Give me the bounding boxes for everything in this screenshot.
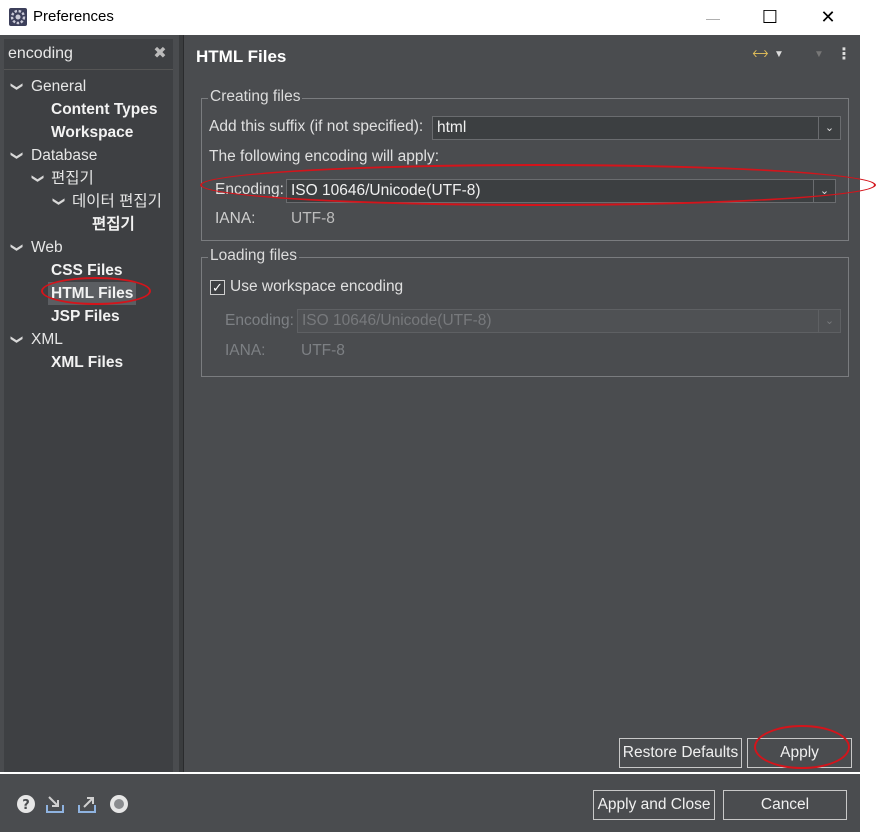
tree-item-html-files[interactable]: HTML Files — [4, 282, 173, 305]
chevron-down-icon[interactable]: ⌄ — [813, 180, 835, 202]
checkbox-label: Use workspace encoding — [230, 278, 403, 296]
tree-item-data-editor[interactable]: ❯ 데이터 편집기 — [4, 190, 173, 213]
tree-item-label: XML — [31, 328, 63, 351]
preferences-window: ✖ ❯ General Content Types Workspace ❯ Da… — [0, 35, 860, 832]
left-panel: ✖ ❯ General Content Types Workspace ❯ Da… — [4, 39, 173, 772]
tree-item-label: Workspace — [51, 121, 133, 144]
more-menu-icon[interactable]: ⋮ — [836, 45, 852, 65]
chevron-down-icon[interactable]: ❯ — [27, 172, 50, 186]
tree-item-editor[interactable]: ❯ 편집기 — [4, 167, 173, 190]
iana-label: IANA: — [225, 342, 265, 360]
chevron-down-icon: ⌄ — [818, 310, 840, 332]
import-icon[interactable] — [45, 794, 65, 814]
svg-text:?: ? — [22, 798, 30, 813]
forward-dropdown-icon[interactable]: ▼ — [814, 45, 824, 65]
close-button[interactable]: ✕ — [798, 0, 858, 35]
tree-item-jsp-files[interactable]: JSP Files — [4, 305, 173, 328]
encoding-value: ISO 10646/Unicode(UTF-8) — [291, 182, 481, 199]
tree-item-label: 데이터 편집기 — [72, 190, 162, 213]
background-strip — [860, 0, 877, 832]
tree-item-label: Content Types — [51, 98, 158, 121]
minimize-button[interactable]: — — [683, 0, 743, 35]
window-title: Preferences — [33, 8, 114, 25]
button-label: Apply — [780, 744, 819, 761]
encoding-note: The following encoding will apply: — [209, 148, 439, 166]
encoding-label: Encoding: — [215, 181, 284, 199]
encoding-label: Encoding: — [225, 312, 294, 330]
tree-item-label: Web — [31, 236, 63, 259]
filter-input[interactable] — [8, 43, 148, 65]
tree-item-label: XML Files — [51, 351, 123, 374]
chevron-down-icon[interactable]: ❯ — [6, 241, 29, 255]
encoding-combo-disabled: ISO 10646/Unicode(UTF-8) ⌄ — [297, 309, 841, 333]
group-label: Creating files — [208, 88, 302, 106]
suffix-value: html — [437, 119, 466, 136]
use-workspace-encoding-checkbox[interactable]: ✓ — [210, 280, 225, 295]
chevron-down-icon[interactable]: ❯ — [6, 80, 29, 94]
apply-button[interactable]: Apply — [747, 738, 852, 768]
button-label: Restore Defaults — [623, 744, 738, 761]
group-label: Loading files — [208, 247, 299, 265]
tree-item-xml[interactable]: ❯ XML — [4, 328, 173, 351]
chevron-down-icon[interactable]: ⌄ — [818, 117, 840, 139]
tree-item-label: HTML Files — [48, 282, 136, 305]
clear-filter-icon[interactable]: ✖ — [152, 45, 168, 63]
tree-item-label: 편집기 — [92, 213, 135, 236]
back-dropdown-icon[interactable]: ▼ — [774, 45, 784, 65]
iana-value: UTF-8 — [291, 210, 335, 228]
help-icon[interactable]: ? — [16, 794, 36, 814]
page-navigation: 🡘 ▼ 🡚 ▼ ⋮ — [752, 45, 852, 65]
tree-item-general[interactable]: ❯ General — [4, 75, 173, 98]
button-bar: ? Apply and Close Cancel — [0, 774, 860, 832]
app-icon — [8, 7, 28, 27]
tree-item-database[interactable]: ❯ Database — [4, 144, 173, 167]
title-bar: Preferences — ☐ ✕ — [0, 0, 858, 35]
tree-item-label: JSP Files — [51, 305, 120, 328]
encoding-value: ISO 10646/Unicode(UTF-8) — [302, 312, 492, 329]
creating-files-group: Creating files Add this suffix (if not s… — [201, 98, 849, 241]
tree-item-web[interactable]: ❯ Web — [4, 236, 173, 259]
maximize-button[interactable]: ☐ — [740, 0, 800, 35]
suffix-combo[interactable]: html ⌄ — [432, 116, 841, 140]
restore-defaults-button[interactable]: Restore Defaults — [619, 738, 742, 768]
apply-and-close-button[interactable]: Apply and Close — [593, 790, 715, 820]
back-arrow-icon[interactable]: 🡘 — [752, 45, 769, 65]
filter-box: ✖ — [4, 39, 173, 70]
iana-value: UTF-8 — [301, 342, 345, 360]
chevron-down-icon[interactable]: ❯ — [6, 333, 29, 347]
tree-item-content-types[interactable]: Content Types — [4, 98, 173, 121]
chevron-down-icon[interactable]: ❯ — [48, 195, 71, 209]
tree-item-xml-files[interactable]: XML Files — [4, 351, 173, 374]
record-icon[interactable] — [109, 794, 129, 814]
iana-label: IANA: — [215, 210, 255, 228]
button-label: Apply and Close — [598, 796, 711, 813]
tree-item-label: CSS Files — [51, 259, 123, 282]
cancel-button[interactable]: Cancel — [723, 790, 847, 820]
chevron-down-icon[interactable]: ❯ — [6, 149, 29, 163]
tree-item-label: Database — [31, 144, 97, 167]
tree-item-label: General — [31, 75, 86, 98]
suffix-label: Add this suffix (if not specified): — [209, 118, 423, 136]
loading-files-group: Loading files ✓ Use workspace encoding E… — [201, 257, 849, 377]
export-icon[interactable] — [77, 794, 97, 814]
tree-item-workspace[interactable]: Workspace — [4, 121, 173, 144]
tree-item-label: 편집기 — [51, 167, 94, 190]
encoding-combo[interactable]: ISO 10646/Unicode(UTF-8) ⌄ — [286, 179, 836, 203]
page-title: HTML Files — [196, 47, 286, 67]
tree-item-editor-leaf[interactable]: 편집기 — [4, 213, 173, 236]
tree-item-css-files[interactable]: CSS Files — [4, 259, 173, 282]
button-label: Cancel — [761, 796, 809, 813]
preference-page: HTML Files 🡘 ▼ 🡚 ▼ ⋮ Creating files Add … — [184, 35, 860, 772]
